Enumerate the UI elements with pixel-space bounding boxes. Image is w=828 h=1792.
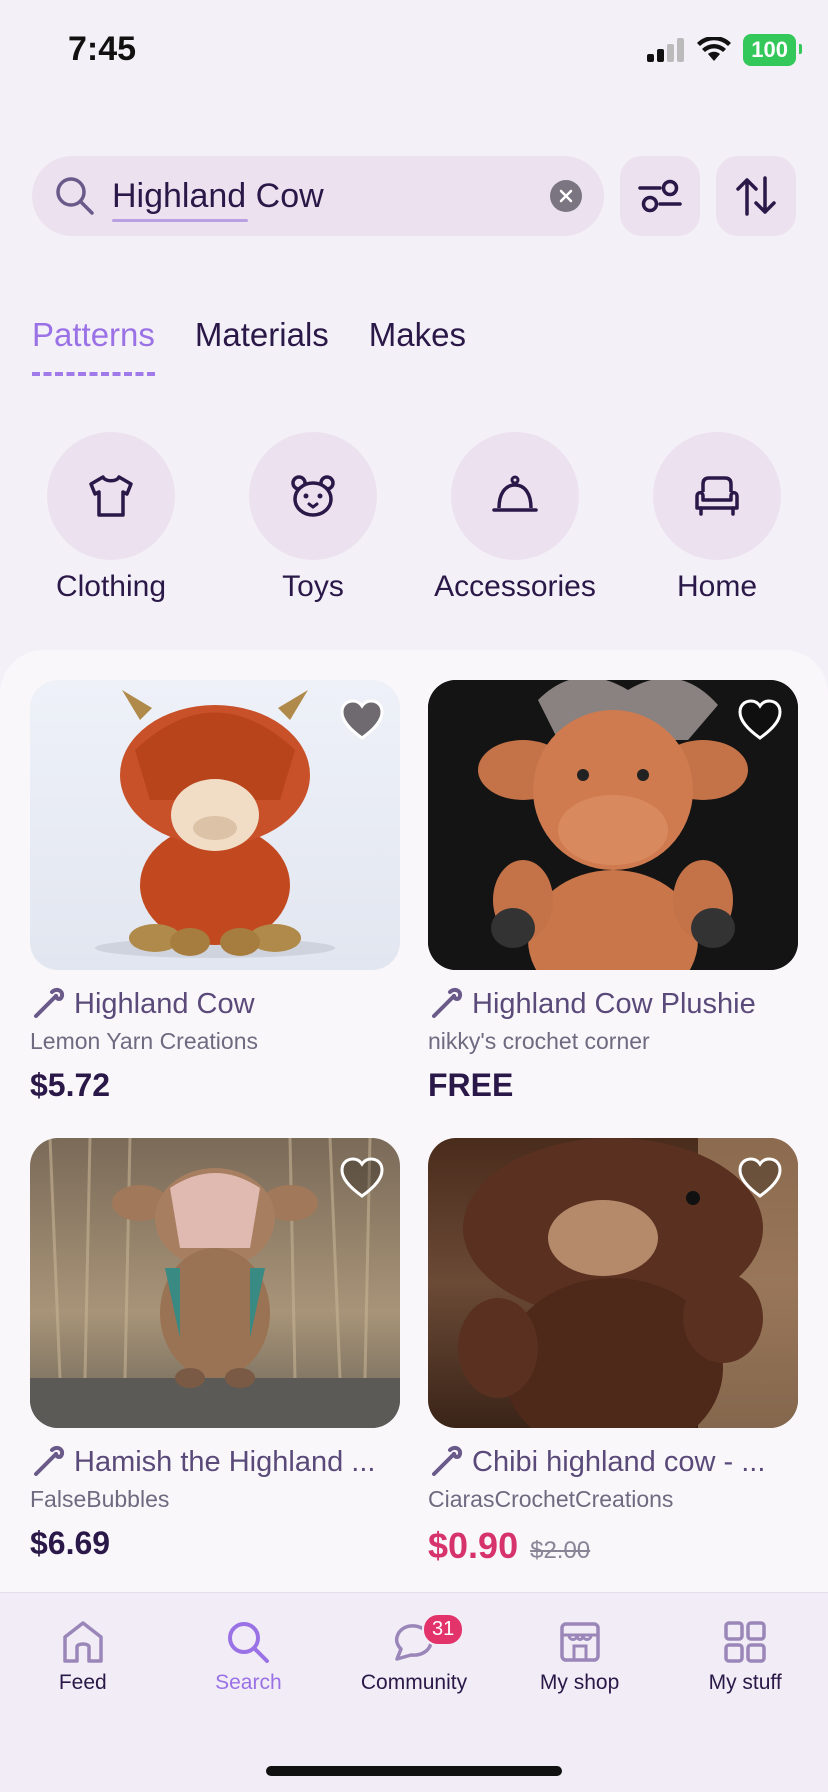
bell-icon <box>492 475 538 512</box>
filter-icon <box>638 179 682 213</box>
spellcheck-underline <box>112 218 248 222</box>
category-clothing[interactable]: Clothing <box>16 432 206 604</box>
price-row: $6.69 <box>30 1525 400 1562</box>
pattern-title[interactable]: Highland Cow Plushie <box>472 988 756 1021</box>
pattern-image[interactable] <box>30 680 400 970</box>
category-label: Toys <box>282 570 344 603</box>
nav-label: Feed <box>58 1671 107 1694</box>
shirt-icon <box>89 475 133 517</box>
battery-indicator: 100 <box>743 34 802 66</box>
search-row: Highland Cow <box>32 156 796 236</box>
nav-item-community[interactable]: 31 Community <box>334 1613 494 1695</box>
category-label: Clothing <box>55 570 167 603</box>
pattern-image[interactable] <box>428 1138 798 1428</box>
nav-items: Feed Search 31 Community My shop My stuf… <box>0 1593 828 1695</box>
category-label: Home <box>676 570 758 603</box>
tab-patterns[interactable]: Patterns <box>32 316 155 376</box>
nav-label: Search <box>215 1671 282 1694</box>
pattern-card[interactable]: Hamish the Highland ... FalseBubbles $6.… <box>30 1138 400 1567</box>
category-icon-circle <box>451 432 579 560</box>
bottom-nav: Feed Search 31 Community My shop My stuf… <box>0 1592 828 1792</box>
category-row: Clothing Toys Accessories Home <box>0 432 828 604</box>
category-label: Accessories <box>434 570 596 603</box>
home-indicator <box>266 1766 562 1776</box>
nav-label: My shop <box>539 1671 620 1694</box>
pattern-author[interactable]: CiarasCrochetCreations <box>428 1486 798 1513</box>
price-row: $0.90 $2.00 <box>428 1525 798 1567</box>
category-home[interactable]: Home <box>622 432 812 604</box>
nav-item-my-shop[interactable]: My shop <box>500 1619 660 1695</box>
tab-makes[interactable]: Makes <box>369 316 466 376</box>
pattern-card[interactable]: Highland Cow Plushie nikky's crochet cor… <box>428 680 798 1104</box>
pattern-original-price: $2.00 <box>530 1537 591 1564</box>
pattern-sale-price: $0.90 <box>428 1525 519 1566</box>
crochet-hook-icon <box>432 1445 463 1476</box>
pattern-price: FREE <box>428 1067 514 1103</box>
tab-materials[interactable]: Materials <box>195 316 329 376</box>
nav-item-search[interactable]: Search <box>168 1619 328 1695</box>
category-icon-circle <box>47 432 175 560</box>
search-query[interactable]: Highland Cow <box>112 176 550 222</box>
pattern-price: $5.72 <box>30 1067 111 1103</box>
pattern-title[interactable]: Chibi highland cow - ... <box>472 1446 765 1479</box>
shop-icon <box>559 1622 600 1662</box>
couch-icon <box>695 476 739 516</box>
nav-item-my-stuff[interactable]: My stuff <box>665 1619 825 1695</box>
heart-filled-icon[interactable] <box>338 696 386 744</box>
crochet-hook-icon <box>34 987 65 1018</box>
sort-icon <box>736 176 776 216</box>
category-toys[interactable]: Toys <box>218 432 408 604</box>
crochet-hook-icon <box>34 1445 65 1476</box>
heart-outline-icon[interactable] <box>736 696 784 744</box>
wifi-icon <box>697 37 732 61</box>
nav-label: Community <box>360 1671 468 1694</box>
pattern-image[interactable] <box>428 680 798 970</box>
category-icon-circle <box>249 432 377 560</box>
pattern-author[interactable]: nikky's crochet corner <box>428 1028 798 1055</box>
pattern-title-row: Chibi highland cow - ... <box>428 1444 798 1480</box>
pattern-title[interactable]: Hamish the Highland ... <box>74 1446 375 1479</box>
notification-badge: 31 <box>421 1613 465 1646</box>
pattern-title-row: Highland Cow <box>30 986 400 1022</box>
pattern-card[interactable]: Highland Cow Lemon Yarn Creations $5.72 <box>30 680 400 1104</box>
status-time: 7:45 <box>68 30 137 68</box>
pattern-image[interactable] <box>30 1138 400 1428</box>
crochet-hook-icon <box>432 987 463 1018</box>
pattern-title[interactable]: Highland Cow <box>74 988 255 1021</box>
pattern-author[interactable]: FalseBubbles <box>30 1486 400 1513</box>
pattern-title-row: Highland Cow Plushie <box>428 986 798 1022</box>
status-bar: 7:45 100 <box>0 0 828 100</box>
price-row: FREE <box>428 1067 798 1104</box>
status-icons: 100 <box>647 34 802 66</box>
search-tabs: Patterns Materials Makes <box>32 316 466 376</box>
results-panel: Highland Cow Lemon Yarn Creations $5.72 <box>0 650 828 1592</box>
filter-button[interactable] <box>620 156 700 236</box>
nav-item-feed[interactable]: Feed <box>3 1619 163 1695</box>
grid-icon <box>724 1621 766 1663</box>
sort-button[interactable] <box>716 156 796 236</box>
pattern-price: $6.69 <box>30 1525 111 1561</box>
category-accessories[interactable]: Accessories <box>420 432 610 604</box>
search-input[interactable]: Highland Cow <box>32 156 604 236</box>
clear-search-button[interactable] <box>550 180 582 212</box>
search-icon <box>56 177 94 215</box>
heart-outline-icon[interactable] <box>736 1154 784 1202</box>
home-icon <box>63 1621 103 1663</box>
pattern-author[interactable]: Lemon Yarn Creations <box>30 1028 400 1055</box>
results-grid: Highland Cow Lemon Yarn Creations $5.72 <box>30 680 798 1567</box>
pattern-title-row: Hamish the Highland ... <box>30 1444 400 1480</box>
nav-label: My stuff <box>708 1671 782 1694</box>
category-icon-circle <box>653 432 781 560</box>
bear-icon <box>291 475 335 517</box>
price-row: $5.72 <box>30 1067 400 1104</box>
pattern-card[interactable]: Chibi highland cow - ... CiarasCrochetCr… <box>428 1138 798 1567</box>
signal-icon <box>647 38 685 62</box>
search-query-text: Highland Cow <box>112 176 324 215</box>
search-icon <box>228 1622 270 1663</box>
heart-outline-icon[interactable] <box>338 1154 386 1202</box>
close-icon <box>559 189 573 203</box>
